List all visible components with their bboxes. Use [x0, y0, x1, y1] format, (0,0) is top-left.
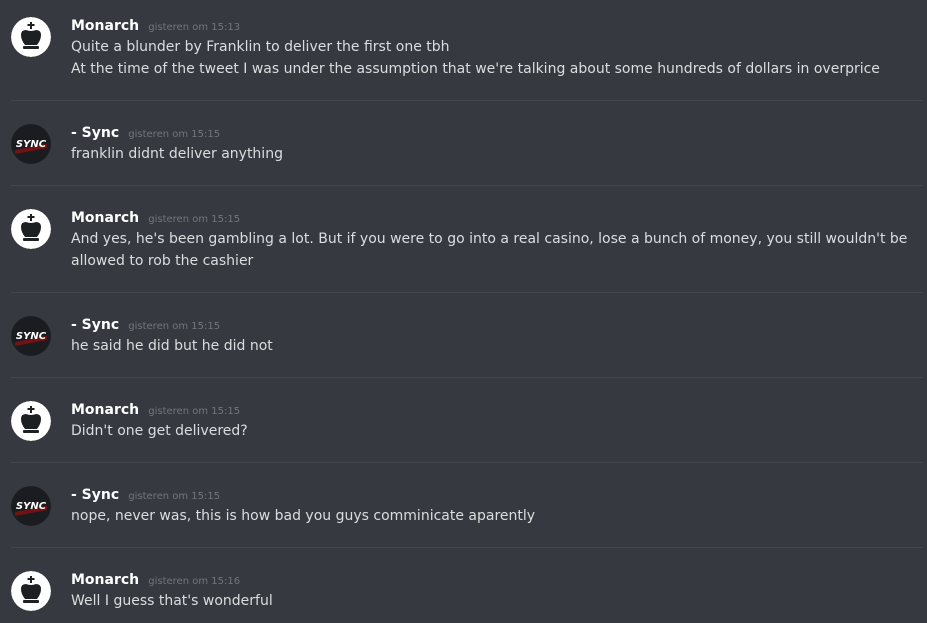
avatar[interactable]	[11, 401, 51, 441]
message-timestamp: gisteren om 15:15	[128, 321, 221, 332]
message-text: And yes, he's been gambling a lot. But i…	[71, 231, 908, 247]
message-divider	[11, 377, 923, 378]
avatar[interactable]: SYNC	[11, 486, 51, 526]
message-timestamp: gisteren om 15:15	[148, 406, 241, 417]
message-divider	[11, 185, 923, 186]
message-content: franklin didnt deliver anything	[71, 143, 871, 165]
message-divider	[11, 547, 923, 548]
avatar[interactable]	[11, 17, 51, 57]
message-timestamp: gisteren om 15:16	[148, 576, 241, 587]
message-text: Well I guess that's wonderful	[71, 593, 273, 609]
author-name[interactable]: Monarch	[71, 18, 139, 34]
avatar[interactable]	[11, 209, 51, 249]
chat-messages: Monarch gisteren om 15:13 Quite a blunde…	[0, 0, 927, 623]
chess-king-icon	[11, 571, 51, 611]
message-content: he said he did but he did not	[71, 335, 871, 357]
svg-text:SYNC: SYNC	[16, 139, 47, 150]
message-text: franklin didnt deliver anything	[71, 146, 283, 162]
sync-logo-icon: SYNC	[11, 316, 51, 356]
message-content: Quite a blunder by Franklin to deliver t…	[71, 36, 880, 80]
chess-king-icon	[11, 401, 51, 441]
message-timestamp: gisteren om 15:13	[148, 22, 241, 33]
author-name[interactable]: - Sync	[71, 125, 119, 141]
avatar[interactable]: SYNC	[11, 316, 51, 356]
author-name[interactable]: Monarch	[71, 572, 139, 588]
svg-text:SYNC: SYNC	[16, 331, 47, 342]
message-content: Didn't one get delivered?	[71, 420, 871, 442]
message-timestamp: gisteren om 15:15	[128, 129, 221, 140]
avatar[interactable]	[11, 571, 51, 611]
message-content: And yes, he's been gambling a lot. But i…	[71, 228, 908, 272]
author-name[interactable]: Monarch	[71, 210, 139, 226]
author-name[interactable]: Monarch	[71, 402, 139, 418]
message-content: Well I guess that's wonderful	[71, 590, 871, 612]
svg-text:SYNC: SYNC	[16, 501, 47, 512]
author-name[interactable]: - Sync	[71, 317, 119, 333]
message-timestamp: gisteren om 15:15	[128, 491, 221, 502]
message-divider	[11, 100, 923, 101]
message-content: nope, never was, this is how bad you guy…	[71, 505, 871, 527]
message-text: Didn't one get delivered?	[71, 423, 248, 439]
message-text: he said he did but he did not	[71, 338, 273, 354]
sync-logo-icon: SYNC	[11, 124, 51, 164]
chess-king-icon	[11, 17, 51, 57]
message-timestamp: gisteren om 15:15	[148, 214, 241, 225]
message-text: At the time of the tweet I was under the…	[71, 61, 880, 77]
sync-logo-icon: SYNC	[11, 486, 51, 526]
message-divider	[11, 292, 923, 293]
message-text: Quite a blunder by Franklin to deliver t…	[71, 39, 450, 55]
message-divider	[11, 462, 923, 463]
chess-king-icon	[11, 209, 51, 249]
message-text: allowed to rob the cashier	[71, 253, 254, 269]
author-name[interactable]: - Sync	[71, 487, 119, 503]
message-text: nope, never was, this is how bad you guy…	[71, 508, 536, 524]
avatar[interactable]: SYNC	[11, 124, 51, 164]
